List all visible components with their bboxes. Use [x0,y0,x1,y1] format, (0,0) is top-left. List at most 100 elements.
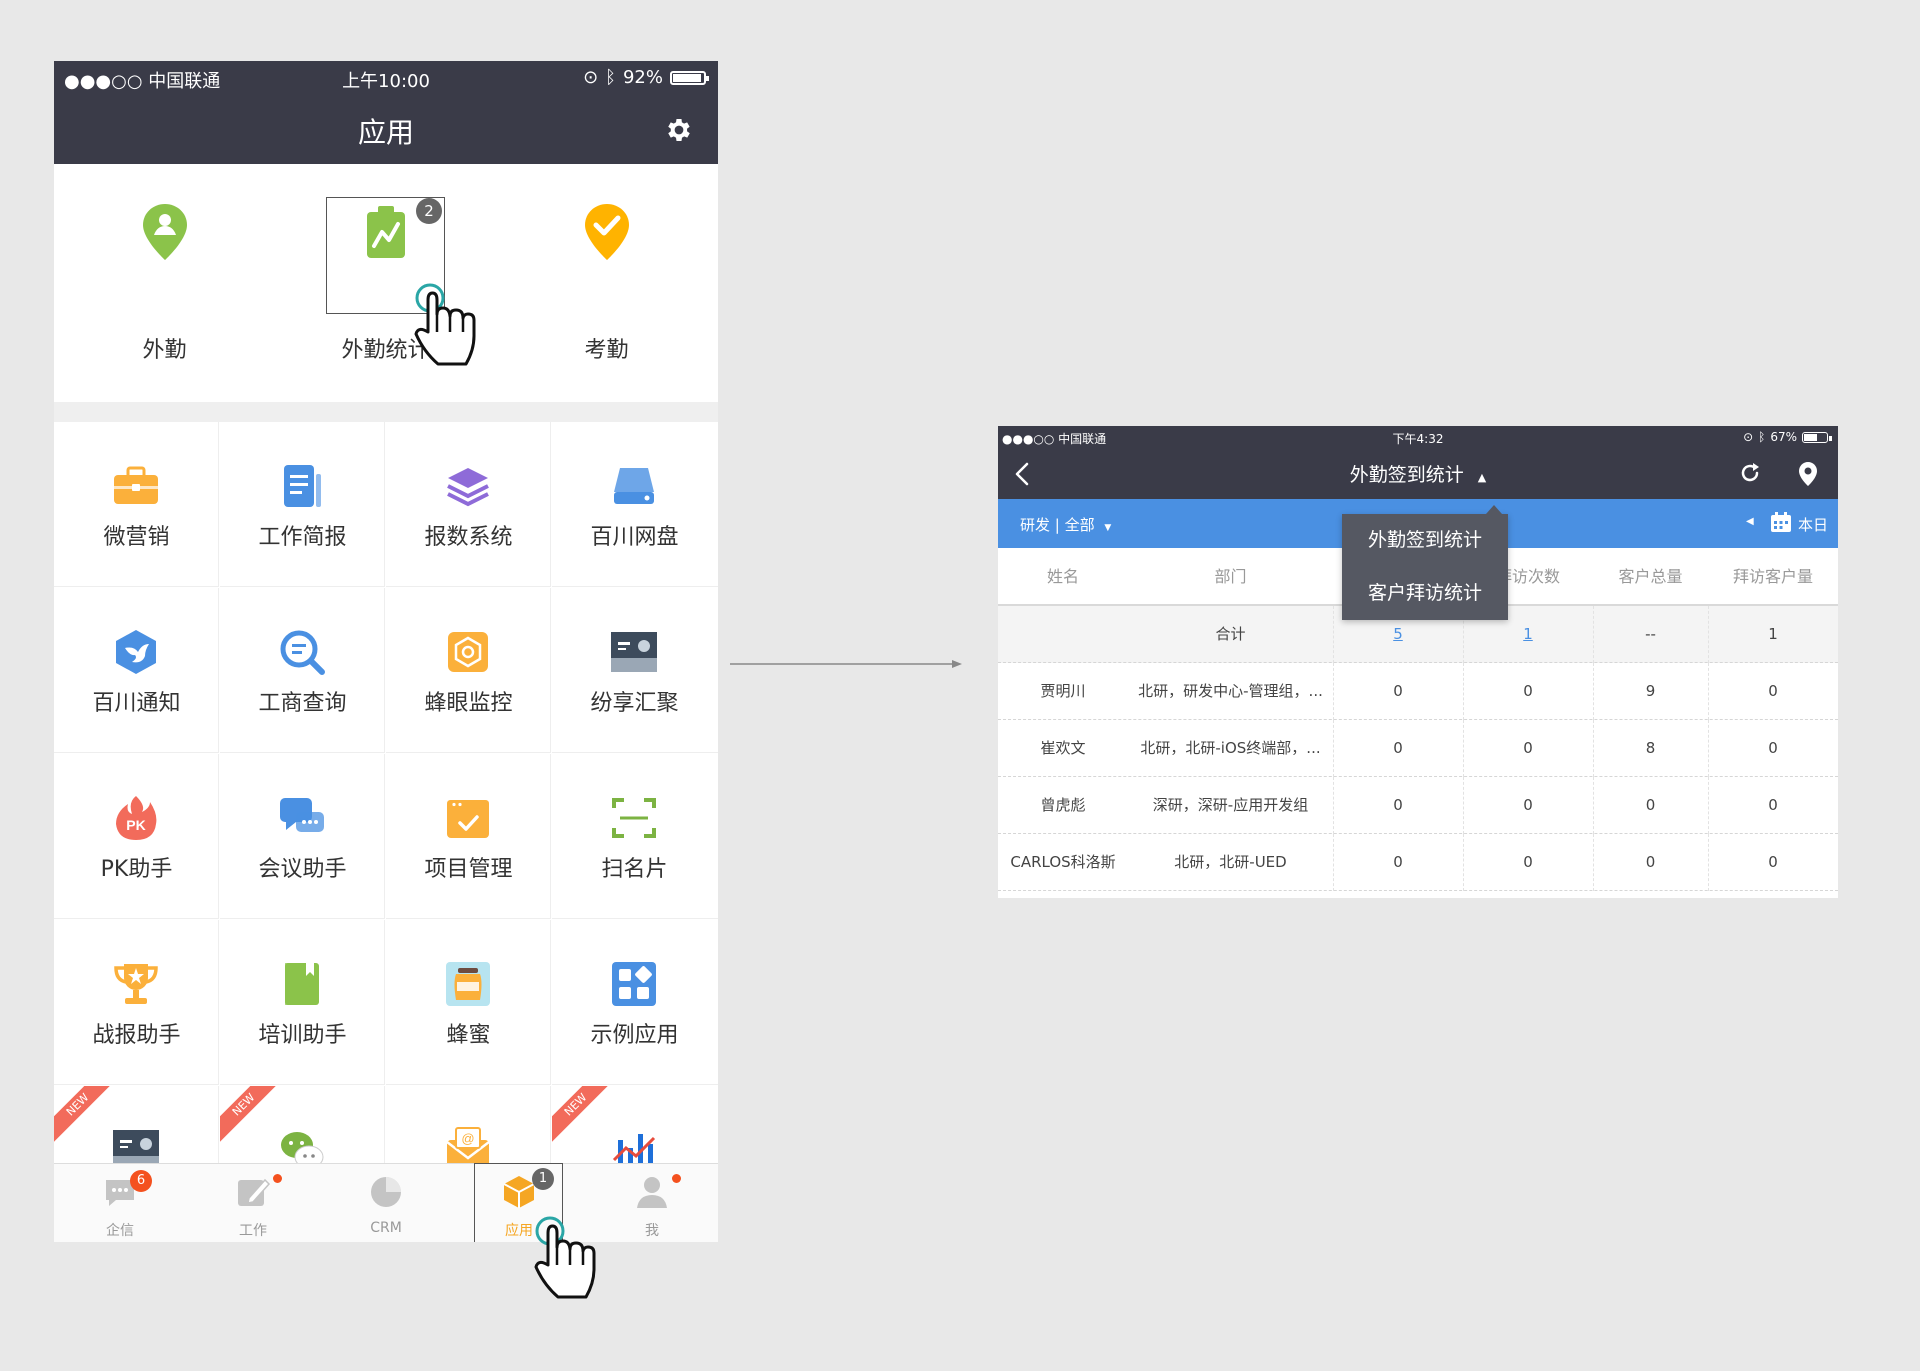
stat-value: 0 [1645,853,1656,871]
app-tile[interactable]: 战报助手 [54,920,219,1085]
book-icon [278,960,326,1008]
app-tile[interactable]: 微营销 [54,422,219,587]
dept-filter[interactable]: 研发 | 全部 ▼ [1020,514,1111,535]
featured-app-label: 考勤 [584,338,629,363]
app-tile[interactable]: 蜂蜜 [386,920,551,1085]
column-divider [1333,834,1334,891]
employee-name: 曾虎彪 [1040,796,1086,814]
app-center-screen: ●●●○○ 中国联通 上午10:00 ⊙ ᛒ 92% 应用 外勤 外勤统计 考勤… [54,61,718,1242]
location-person-icon [143,204,187,260]
employee-name: CARLOS科洛斯 [1010,853,1116,871]
app-label: 示例应用 [590,1023,679,1048]
stats-title-dropdown[interactable]: 外勤签到统计 ▲ [998,460,1838,487]
column-divider [1593,606,1594,663]
featured-app-kaoqin[interactable]: 考勤 [496,164,717,402]
calendar-icon[interactable] [1770,511,1792,533]
app-grid: 微营销 工作简报 报数系统 百川网盘百川通知 工商查询 蜂眼监控 纷享汇聚 PK PK助手 会议助… [54,422,718,1242]
chat-bubbles-icon [278,794,326,842]
app-tile[interactable]: 百川网盘 [552,422,718,587]
column-divider [1708,834,1709,891]
app-label: 工作简报 [258,525,347,550]
app-tile[interactable]: 项目管理 [386,754,551,919]
photo-thumbnail-icon [610,628,658,676]
stat-value: 0 [1393,739,1403,757]
refresh-icon[interactable] [1738,461,1762,485]
stat-value: 0 [1768,739,1778,757]
app-tile[interactable]: 工商查询 [220,588,385,753]
drive-icon [610,462,658,510]
flow-arrow-icon [730,660,962,668]
dropdown-item-visit-stats[interactable]: 客户拜访统计 [1342,567,1508,620]
period-label[interactable]: 本日 [1798,514,1828,535]
app-label: 扫名片 [601,857,668,882]
tab-label: CRM [370,1220,402,1236]
gear-icon[interactable] [664,115,694,145]
search-doc-icon [278,628,326,676]
checkin-stats-screen: ●●●○○ 中国联通 下午4:32 ⊙ ᛒ 67% 外勤签到统计 ▲ 研发 | … [998,426,1838,898]
app-label: 纷享汇聚 [590,691,679,716]
status-right: ⊙ ᛒ 92% [583,67,709,88]
column-header: 拜访客户量 [1732,567,1813,586]
stat-value: 0 [1523,796,1533,814]
bottom-tab-bar: 企信 6 工作 CRM 应用 1 我 [54,1163,718,1242]
stat-value: 0 [1523,853,1533,871]
employee-department: 深研，深研-应用开发组 [1152,796,1309,814]
tab-item[interactable]: 我 [586,1164,718,1242]
featured-app-waiqin[interactable]: 外勤 [54,164,275,402]
app-tile[interactable]: 工作简报 [220,422,385,587]
table-row[interactable]: 曾虎彪 深研，深研-应用开发组 0 0 0 0 [998,777,1838,834]
total-value: -- [1645,625,1656,643]
stat-value: 0 [1768,853,1778,871]
table-row[interactable]: 崔欢文 北研，北研-iOS终端部，... 0 0 8 0 [998,720,1838,777]
tab-item[interactable]: CRM [320,1164,452,1242]
column-divider [1463,834,1464,891]
new-ribbon: NEW [552,1086,618,1147]
trophy-icon [112,960,160,1008]
location-pin-icon[interactable] [1798,461,1818,487]
battery-percent: 92% [622,67,663,88]
app-tile[interactable]: 百川通知 [54,588,219,753]
column-divider [1333,777,1334,834]
column-divider [1463,663,1464,720]
app-tile[interactable]: 蜂眼监控 [386,588,551,753]
app-tile[interactable]: 会议助手 [220,754,385,919]
column-divider [1708,777,1709,834]
tab-label: 企信 [106,1223,134,1239]
status-time: 下午4:32 [1392,432,1444,446]
column-divider [1463,777,1464,834]
dropdown-item-checkin-stats[interactable]: 外勤签到统计 [1342,514,1508,567]
employee-department: 北研，研发中心-管理组，... [1138,682,1323,700]
tab-item[interactable]: 企信 6 [54,1164,186,1242]
employee-name: 崔欢文 [1040,739,1086,757]
total-label: 合计 [1215,625,1246,643]
caret-left-icon[interactable]: ◀ [1746,516,1754,527]
unread-dot [672,1174,681,1183]
app-tile[interactable]: 扫名片 [552,754,718,919]
svg-text:@: @ [461,1131,474,1146]
app-tile[interactable]: 培训助手 [220,920,385,1085]
table-row[interactable]: CARLOS科洛斯 北研，北研-UED 0 0 0 0 [998,834,1838,891]
app-tile[interactable]: PK PK助手 [54,754,219,919]
column-divider [1463,720,1464,777]
location-check-icon [585,204,629,260]
battery-icon [1802,431,1832,443]
tap-hand-icon [534,1216,596,1299]
app-tile[interactable]: 示例应用 [552,920,718,1085]
column-divider [1708,663,1709,720]
app-label: 微营销 [103,525,170,550]
column-divider [1708,606,1709,663]
svg-text:PK: PK [126,817,145,833]
app-tile[interactable]: 纷享汇聚 [552,588,718,753]
tab-item[interactable]: 工作 [187,1164,319,1242]
unread-dot [273,1174,282,1183]
section-divider [54,402,718,422]
stat-value: 0 [1393,853,1403,871]
honey-jar-icon [444,960,492,1008]
app-tile[interactable]: 报数系统 [386,422,551,587]
column-divider [1333,606,1334,663]
stat-value: 0 [1393,796,1403,814]
title-dropdown-menu: 外勤签到统计 客户拜访统计 [1342,505,1508,620]
column-header: 姓名 [1046,567,1079,586]
employee-department: 北研，北研-UED [1174,853,1287,871]
table-row[interactable]: 贾明川 北研，研发中心-管理组，... 0 0 9 0 [998,663,1838,720]
